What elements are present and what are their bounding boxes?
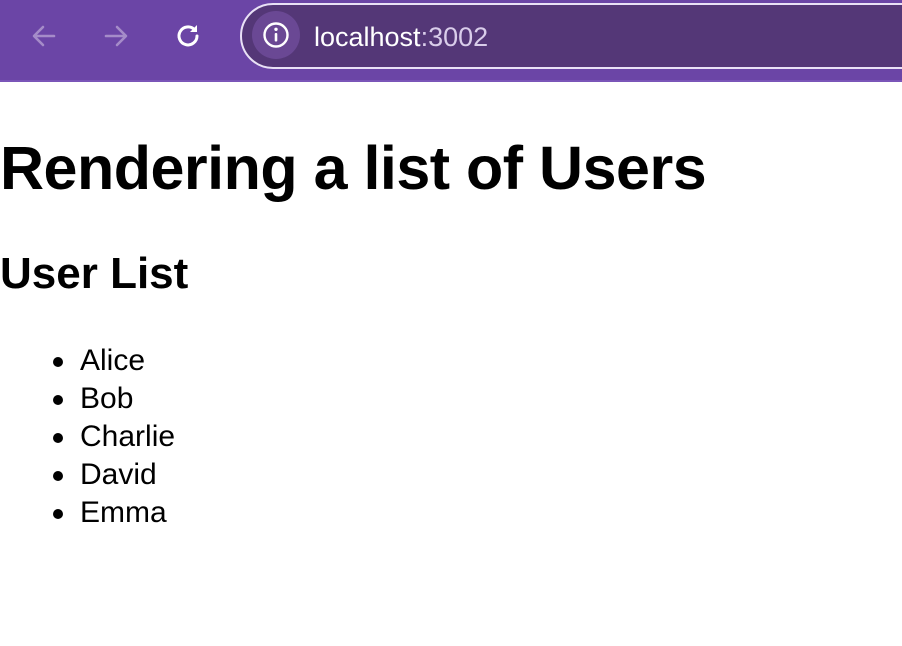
browser-toolbar: localhost:3002: [0, 0, 902, 82]
site-info-button[interactable]: [252, 11, 300, 59]
url-host: localhost: [314, 22, 421, 52]
list-item-label: Alice: [80, 344, 146, 377]
bullet: [53, 357, 63, 367]
bullet: [53, 471, 63, 481]
bullet: [53, 433, 63, 443]
list-item: Emma: [0, 494, 175, 532]
address-bar[interactable]: localhost:3002: [240, 3, 902, 69]
reload-button[interactable]: [168, 16, 208, 56]
arrow-right-icon: [104, 25, 128, 47]
back-button[interactable]: [24, 16, 64, 56]
list-item-label: Bob: [80, 382, 134, 415]
url-port: :3002: [420, 22, 489, 52]
list-item: Bob: [0, 380, 175, 418]
bullet: [53, 395, 63, 405]
list-item: Charlie: [0, 418, 175, 456]
user-list-heading: User List: [0, 249, 189, 298]
list-item: Alice: [0, 342, 175, 380]
info-icon: [263, 22, 289, 48]
page-content: Rendering a list of Users User List Alic…: [0, 82, 902, 646]
list-item-label: Emma: [80, 496, 167, 529]
list-item-label: Charlie: [80, 420, 176, 453]
list-item-label: David: [80, 458, 157, 491]
reload-icon: [177, 25, 199, 47]
url-text[interactable]: localhost:3002: [314, 21, 488, 53]
user-list: Alice Bob Charlie David Emma: [0, 342, 175, 532]
list-item: David: [0, 456, 175, 494]
bullet: [53, 509, 63, 519]
arrow-left-icon: [32, 25, 56, 47]
forward-button[interactable]: [96, 16, 136, 56]
page-title: Rendering a list of Users: [0, 134, 707, 202]
